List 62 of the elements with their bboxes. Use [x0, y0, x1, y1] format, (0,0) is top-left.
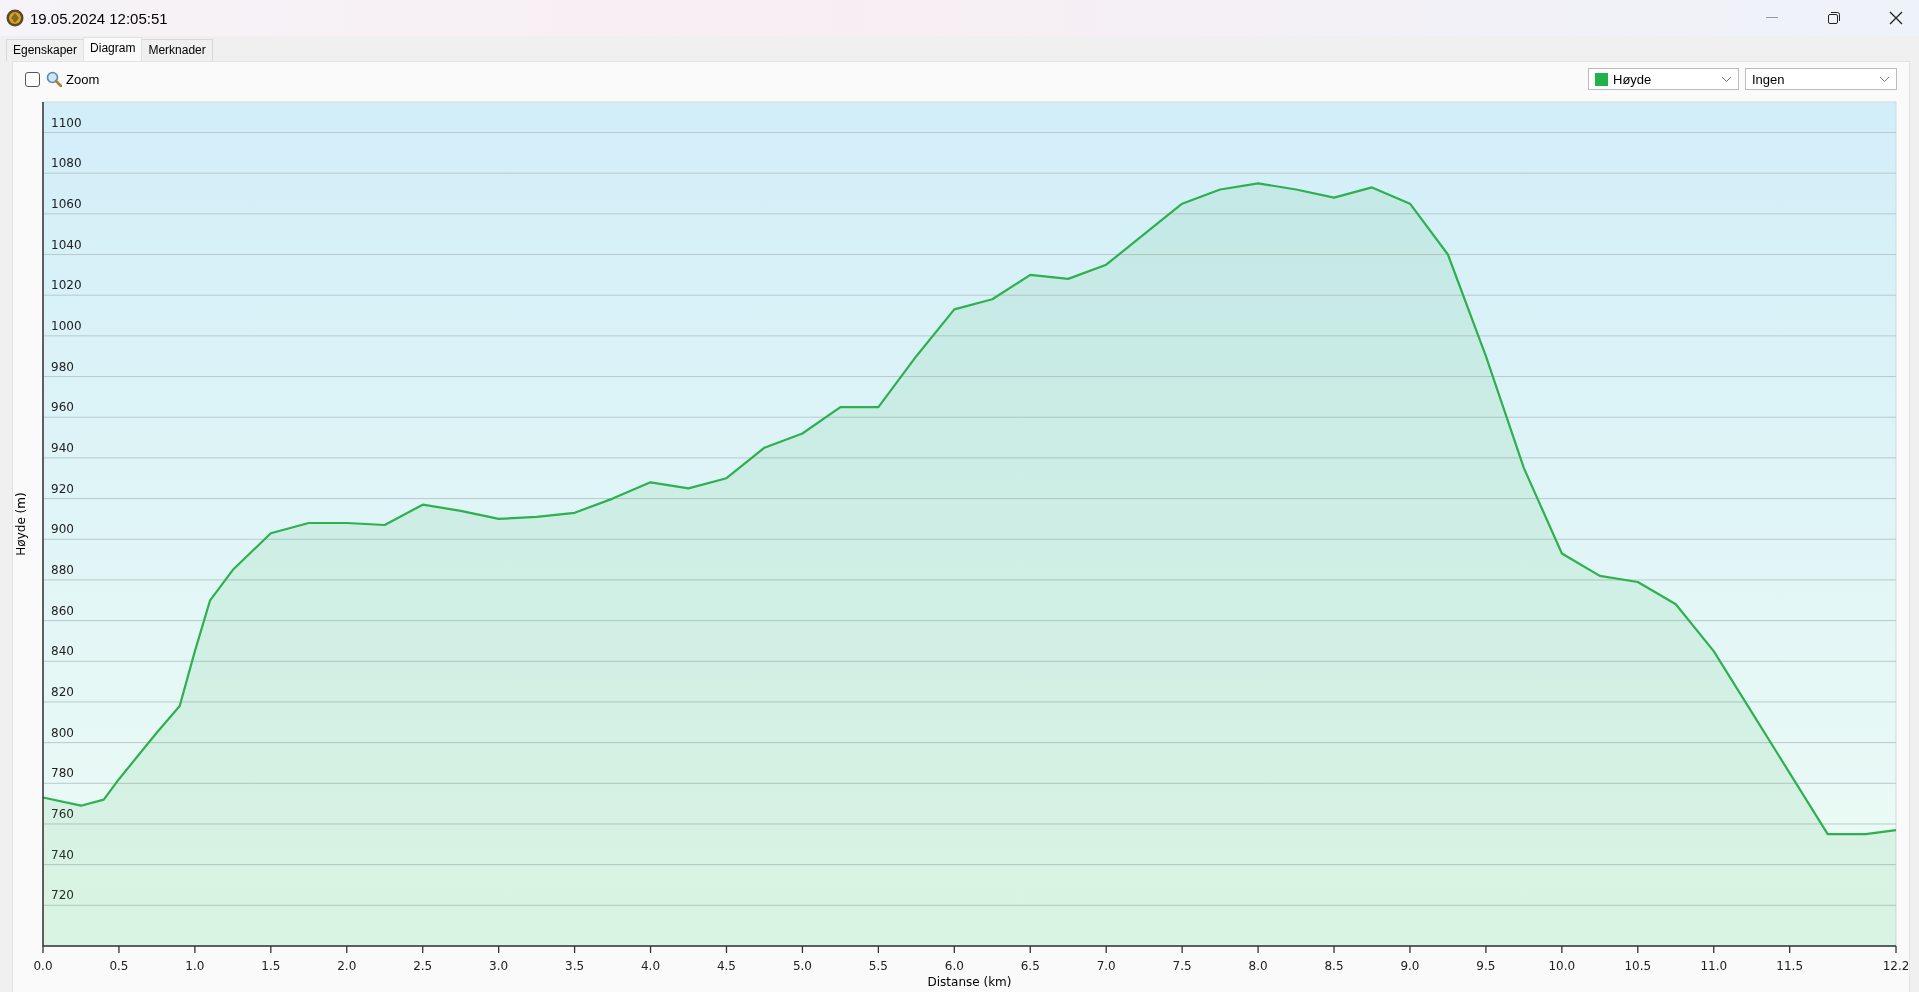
y-tick-label: 1040: [51, 237, 82, 252]
tab[interactable]: Merknader: [141, 39, 213, 61]
x-tick-label: 2.0: [337, 959, 357, 973]
zoom-checkbox[interactable]: [25, 71, 40, 87]
x-tick-label: 7.5: [1172, 959, 1192, 973]
x-tick-label: 3.0: [489, 959, 509, 973]
x-tick-label: 3.5: [565, 959, 585, 973]
y-tick-label: 840: [51, 644, 74, 659]
x-tick-label: 8.0: [1248, 959, 1268, 973]
x-tick-label: 6.5: [1020, 959, 1040, 973]
x-tick-label: 1.5: [261, 959, 281, 973]
y-tick-label: 900: [51, 522, 74, 537]
x-tick-label: 8.5: [1324, 959, 1344, 973]
x-tick-label: 4.0: [641, 959, 661, 973]
x-tick-label: 10.0: [1548, 959, 1576, 973]
zoom-label: Zoom: [66, 71, 100, 87]
tab[interactable]: Egenskaper: [6, 39, 85, 61]
x-tick-label: 9.0: [1400, 959, 1420, 973]
x-tick-label: 5.0: [792, 959, 812, 973]
y-tick-label: 1000: [51, 318, 82, 333]
caret-icon: [1879, 75, 1890, 83]
x-tick-label: 10.5: [1624, 959, 1652, 973]
x-tick-label: 9.5: [1476, 959, 1496, 973]
y-tick-label: 760: [51, 807, 74, 821]
x-tick-label: 12.2: [1882, 959, 1908, 973]
x-tick-label: 2.5: [413, 959, 433, 973]
y-tick-label: 960: [51, 400, 74, 415]
y-tick-label: 740: [51, 847, 74, 862]
x-tick-label: 4.5: [716, 959, 737, 973]
x-tick-label: 11.0: [1700, 959, 1728, 973]
close-icon: [1889, 11, 1903, 25]
x-tick-label: 0.0: [33, 959, 53, 973]
x-tick-label: 6.0: [944, 959, 964, 973]
x-tick-label: 11.5: [1776, 959, 1804, 973]
y-tick-label: 880: [51, 562, 74, 577]
y-tick-label: 860: [51, 603, 74, 618]
x-axis-title: Distanse (km): [927, 975, 1012, 988]
y-tick-label: 800: [51, 725, 74, 740]
x-tick-label: 7.0: [1096, 959, 1116, 973]
x-tick-label: 5.5: [868, 959, 888, 973]
minimize-icon: [1766, 17, 1778, 19]
series-dropdown[interactable]: Høyde: [1588, 68, 1739, 90]
y-axis-title: Høyde (m): [14, 492, 28, 556]
y-tick-label: 980: [51, 359, 74, 374]
restore-icon: [1828, 12, 1840, 24]
secondary-dropdown[interactable]: Ingen: [1745, 68, 1897, 90]
app-icon: [6, 9, 24, 27]
x-tick-label: 1.0: [185, 959, 205, 973]
window-title: 19.05.2024 12:05:51: [30, 9, 168, 27]
y-tick-label: 940: [51, 440, 74, 455]
y-tick-label: 1080: [51, 156, 82, 171]
y-tick-label: 820: [51, 684, 74, 699]
y-tick-label: 780: [51, 766, 74, 781]
y-tick-label: 1100: [51, 115, 82, 130]
caret-icon: [1721, 75, 1732, 83]
magnifier-icon: [46, 71, 62, 87]
y-tick-label: 1020: [51, 278, 82, 293]
y-tick-label: 920: [51, 481, 74, 496]
tab[interactable]: Diagram: [83, 37, 143, 61]
y-tick-label: 1060: [51, 196, 82, 211]
x-tick-label: 0.5: [109, 959, 129, 973]
y-tick-label: 720: [51, 888, 74, 903]
